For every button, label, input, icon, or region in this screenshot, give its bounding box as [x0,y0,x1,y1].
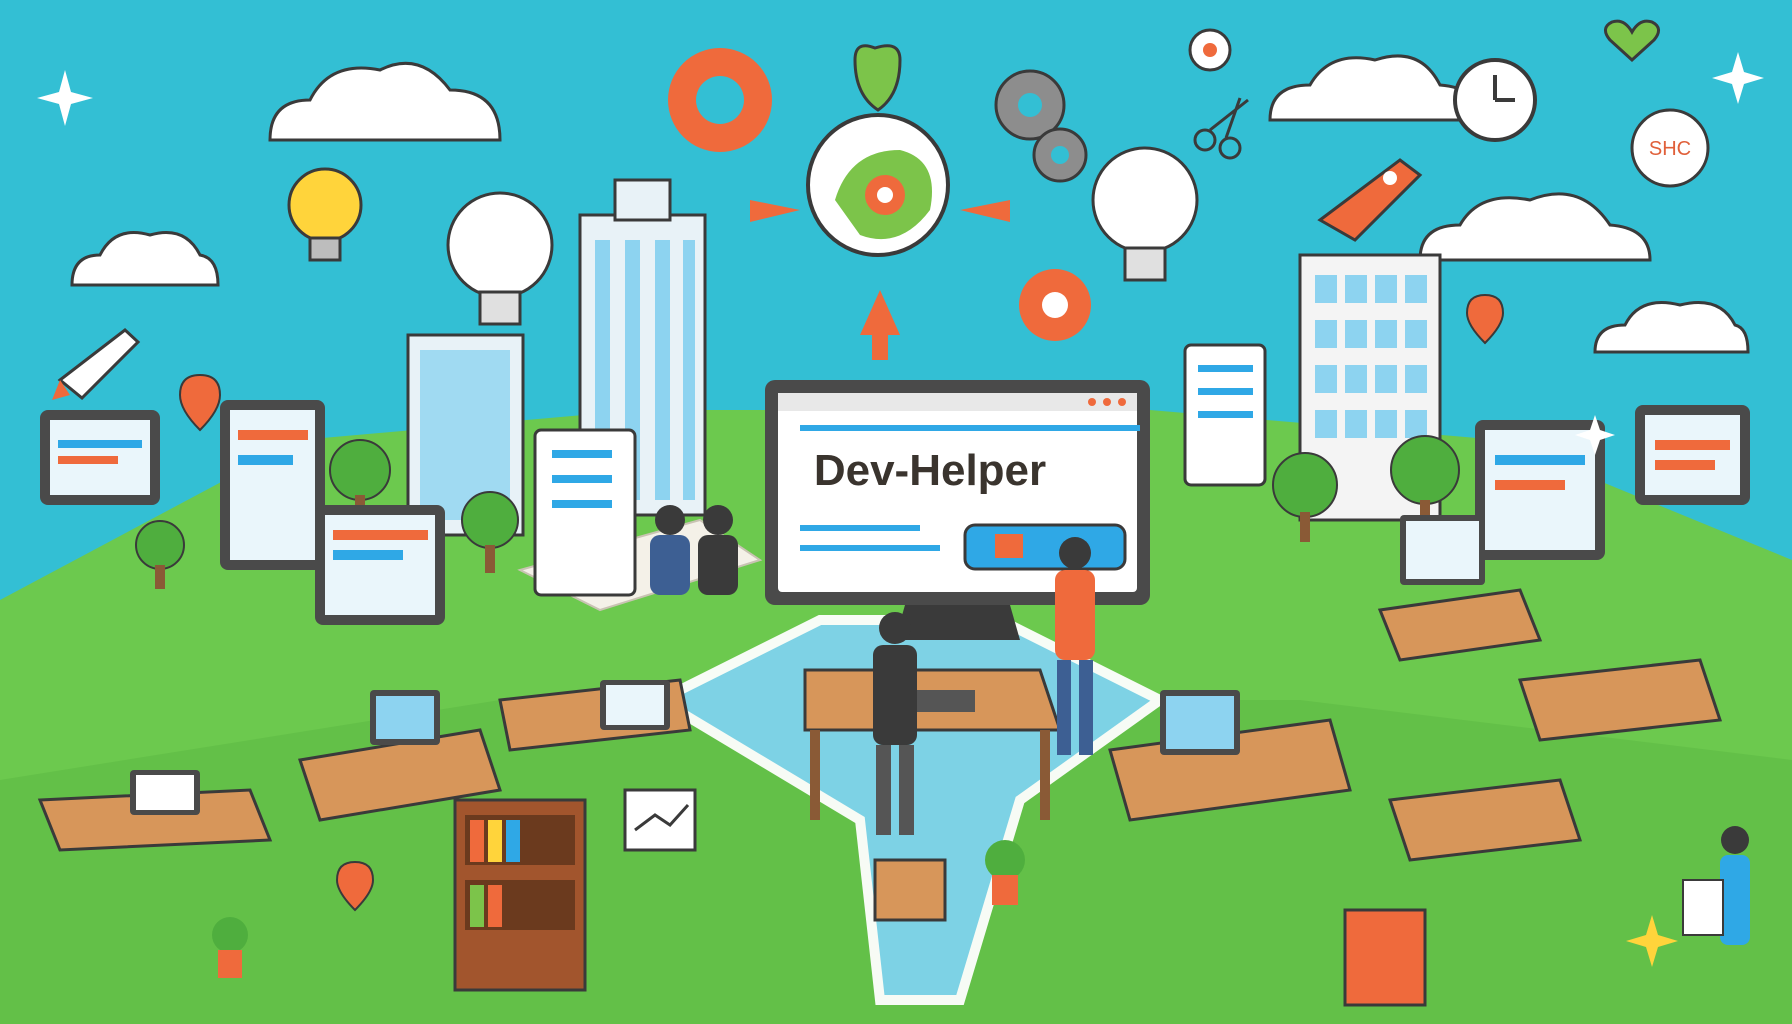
desk-monitor [1400,515,1485,585]
gear-icon [1019,269,1091,341]
shc-badge-text: SHC [1649,138,1691,160]
cardboard-box [873,858,947,922]
floating-monitor [315,505,445,625]
dev-helper-title: Dev-Helper [814,446,1046,495]
gear-icon [668,48,772,152]
laptop [600,680,670,730]
floating-monitor [40,410,160,505]
gear-icon [1032,127,1088,183]
desk-monitor [370,690,440,745]
floating-monitor [220,400,325,570]
cardboard-box [1343,908,1427,1007]
whiteboard [1183,343,1267,487]
laptop [130,770,200,815]
floating-monitor [1475,420,1605,560]
bookshelf [453,798,587,992]
easel-chart [623,788,697,852]
whiteboard [533,428,637,597]
illustration-scene: SHC Dev-Helper [0,0,1792,1024]
floating-monitor [1635,405,1750,505]
clock-icon [1453,58,1537,142]
globe-gear-icon [806,113,950,257]
shc-badge: SHC [1630,108,1710,188]
gear-icon [1188,28,1232,72]
desk-monitor [1160,690,1240,755]
